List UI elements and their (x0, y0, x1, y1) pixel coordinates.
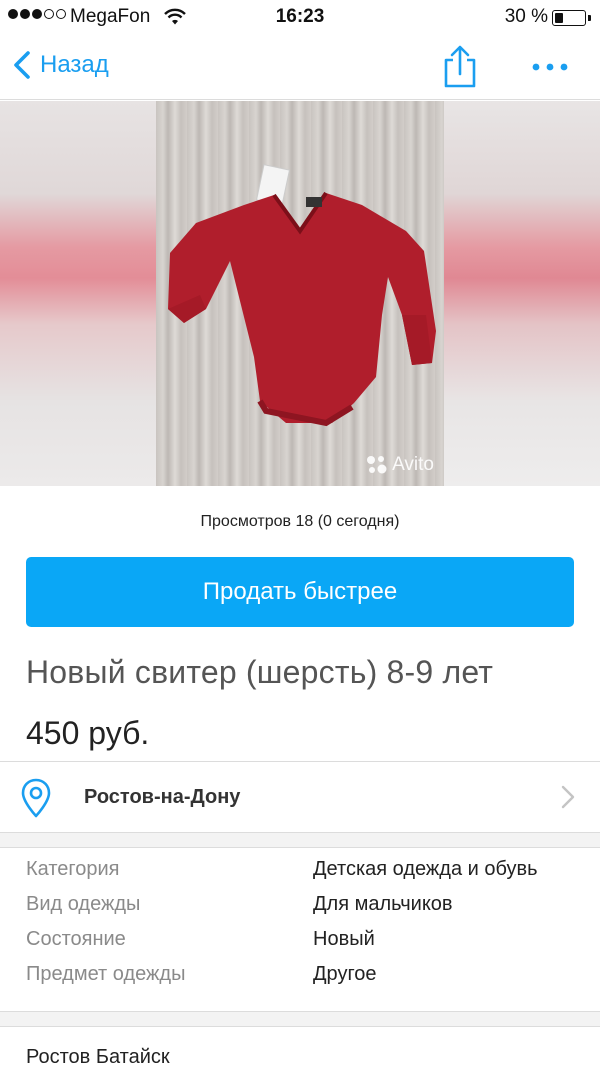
map-pin-icon (21, 778, 51, 818)
listing-price: 450 руб. (26, 715, 150, 751)
listing-title: Новый свитер (шерсть) 8-9 лет (26, 654, 494, 690)
detail-value: Новый (313, 928, 375, 950)
back-label: Назад (40, 51, 109, 78)
section-separator (0, 1012, 600, 1026)
sweater-image (168, 164, 436, 427)
detail-label: Вид одежды (26, 893, 141, 915)
more-icon[interactable] (528, 52, 572, 82)
back-button[interactable]: Назад (12, 50, 109, 80)
photo-blur-left (0, 101, 156, 486)
listing-details: Категория Детская одежда и обувь Вид оде… (26, 858, 586, 998)
sell-faster-button[interactable]: Продать быстрее (26, 557, 574, 627)
detail-row: Категория Детская одежда и обувь (26, 858, 586, 893)
watermark-text: Avito (392, 454, 434, 475)
status-bar: MegaFon 16:23 30 % (0, 0, 600, 36)
location-row[interactable]: Ростов-на-Дону (0, 762, 600, 832)
detail-label: Категория (26, 858, 120, 880)
views-counter: Просмотров 18 (0 сегодня) (200, 513, 400, 530)
location-city: Ростов-на-Дону (84, 786, 241, 808)
avito-logo-icon (367, 456, 387, 474)
share-icon[interactable] (440, 44, 480, 88)
navigation-bar: Назад (0, 36, 600, 100)
battery-percent: 30 % (504, 6, 548, 27)
divider (0, 847, 600, 848)
section-separator (0, 833, 600, 847)
photo-watermark: Avito (366, 454, 434, 476)
detail-value: Детская одежда и обувь (313, 858, 538, 880)
detail-value: Другое (313, 963, 377, 985)
detail-label: Предмет одежды (26, 963, 186, 985)
battery-fill (555, 13, 563, 23)
chevron-left-icon (14, 51, 30, 79)
detail-row: Состояние Новый (26, 928, 586, 963)
chevron-right-icon (561, 785, 575, 809)
listing-photo[interactable]: Avito (156, 101, 444, 486)
battery-tip (588, 15, 591, 21)
detail-row: Предмет одежды Другое (26, 963, 586, 998)
listing-photo-gallery[interactable]: Avito (0, 101, 600, 486)
detail-value: Для мальчиков (313, 893, 453, 915)
battery-icon (552, 10, 586, 26)
divider (0, 1026, 600, 1027)
description-text: Ростов Батайск (26, 1046, 170, 1066)
detail-row: Вид одежды Для мальчиков (26, 893, 586, 928)
detail-label: Состояние (26, 928, 126, 950)
photo-blur-right (444, 101, 600, 486)
